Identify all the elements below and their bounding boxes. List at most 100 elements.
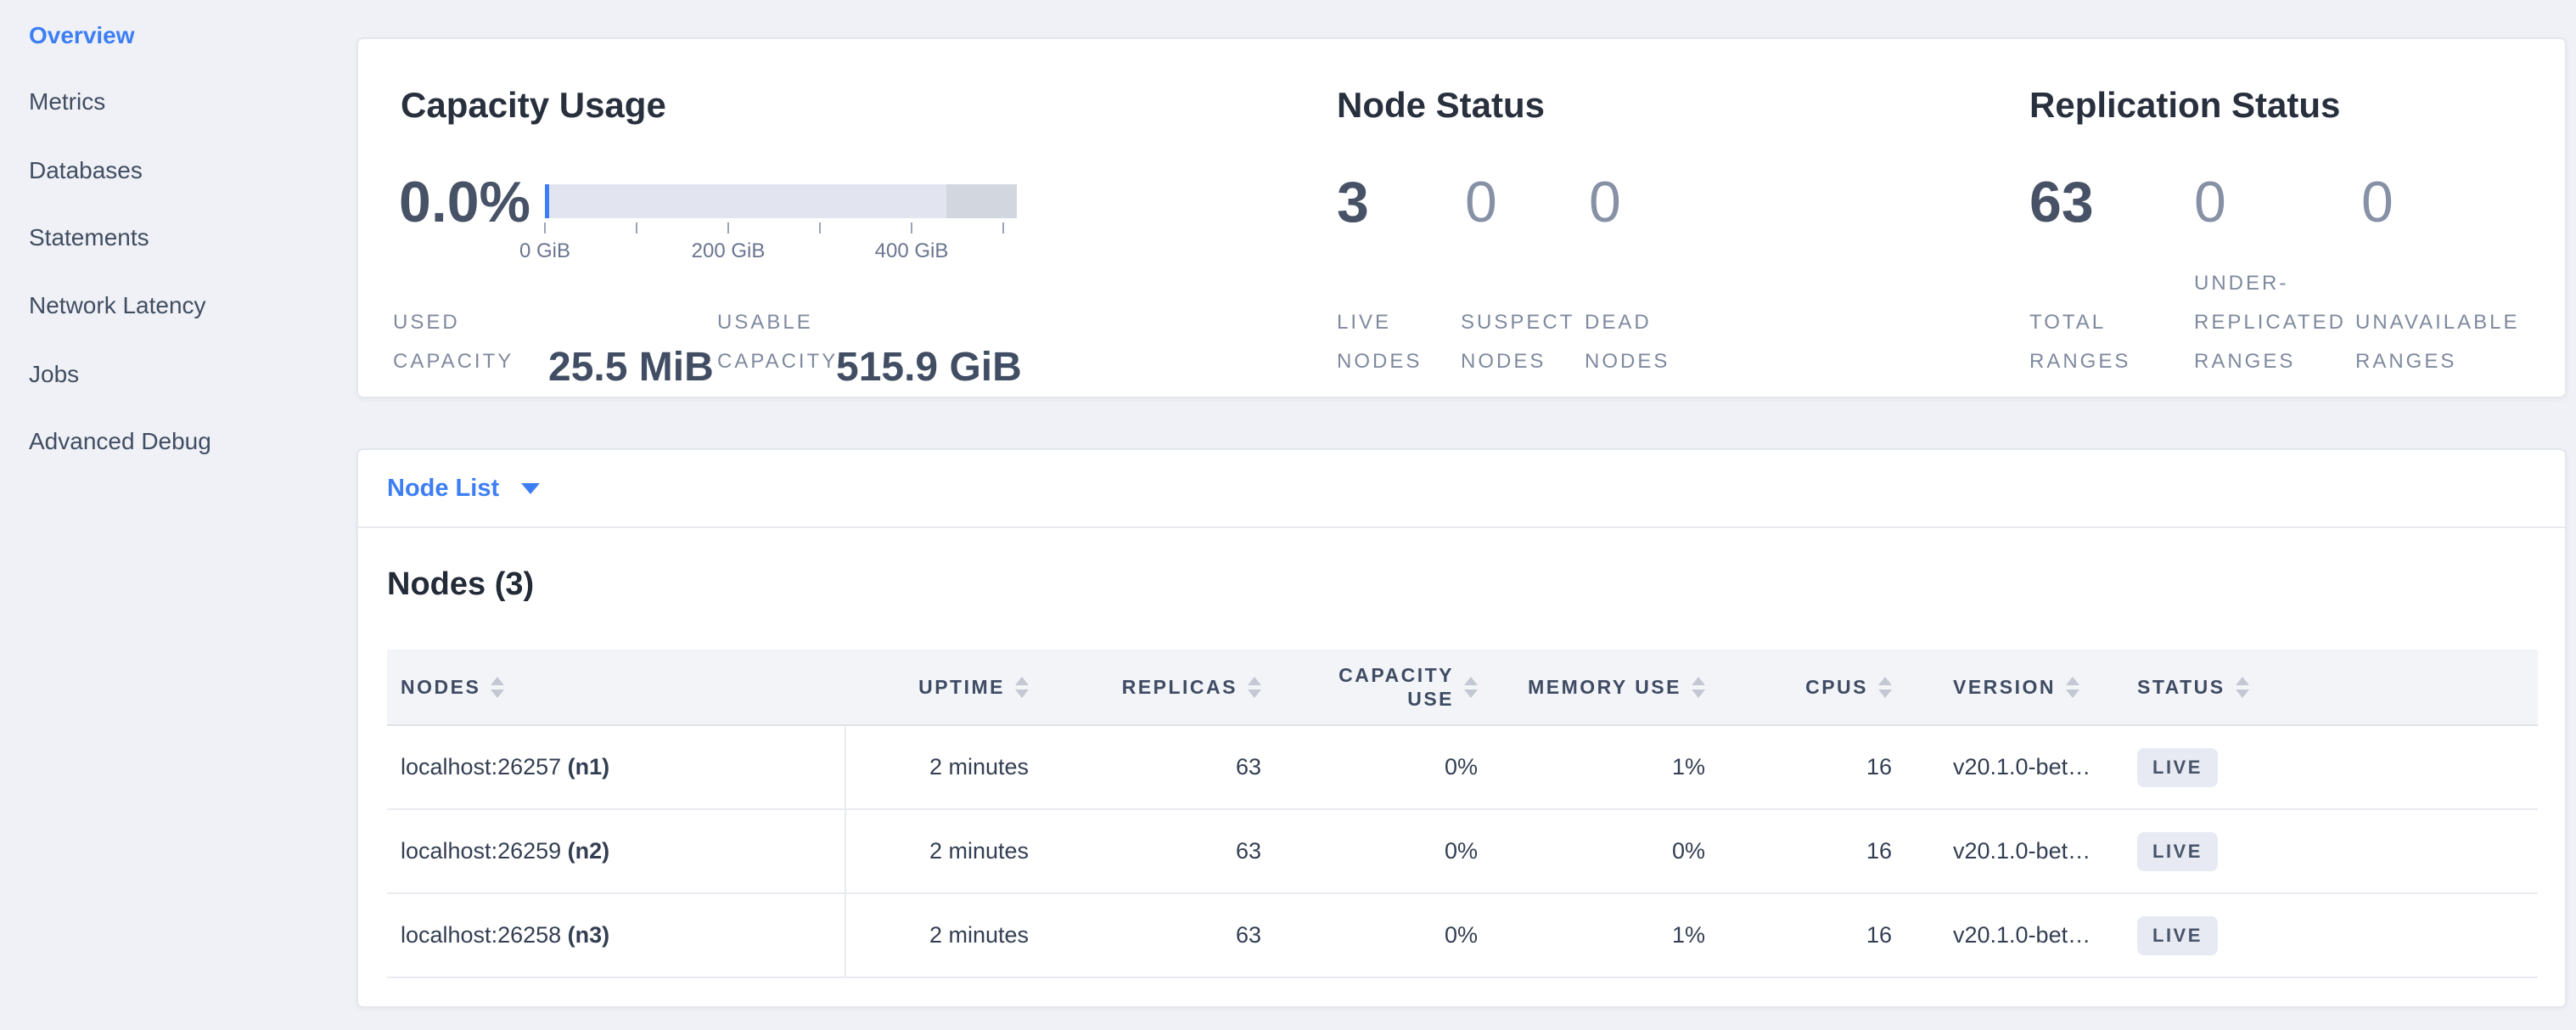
usable-capacity-label: USABLE CAPACITY <box>717 303 853 381</box>
table-row: localhost:26259 (n2)2 minutes630%0%16v20… <box>387 809 2538 893</box>
status-cell: LIVE <box>2124 725 2538 809</box>
capacity-use-cell: 0% <box>1275 893 1491 977</box>
capacity-use-cell: 0% <box>1275 809 1491 893</box>
capacity-usage-title: Capacity Usage <box>401 86 666 125</box>
version-cell: v20.1.0-bet… <box>1905 893 2124 977</box>
axis-tick <box>819 222 821 234</box>
version-cell: v20.1.0-bet… <box>1905 725 2124 809</box>
unavailable-ranges-count: 0 <box>2361 172 2394 233</box>
version-cell: v20.1.0-bet… <box>1905 809 2124 893</box>
table-header-row: NODES UPTIME REPLICAS CAPACITY USE MEMOR… <box>387 650 2538 725</box>
used-capacity-label: USED CAPACITY <box>393 303 520 381</box>
column-header-cpus[interactable]: CPUS <box>1719 650 1905 725</box>
status-badge: LIVE <box>2137 916 2218 955</box>
column-header-uptime[interactable]: UPTIME <box>845 650 1042 725</box>
status-badge: LIVE <box>2137 748 2218 787</box>
capacity-bar-used-segment <box>545 184 549 218</box>
sidebar-item-advanced-debug[interactable]: Advanced Debug <box>29 426 211 457</box>
axis-label-0gib: 0 GiB <box>477 239 613 263</box>
axis-label-400gib: 400 GiB <box>844 239 979 263</box>
column-header-nodes[interactable]: NODES <box>387 650 845 725</box>
status-cell: LIVE <box>2124 809 2538 893</box>
sort-icon[interactable] <box>2236 677 2249 698</box>
sidebar-item-network-latency[interactable]: Network Latency <box>29 290 206 321</box>
node-address-cell[interactable]: localhost:26258 (n3) <box>387 893 845 977</box>
total-ranges-count: 63 <box>2029 172 2094 233</box>
memory-use-cell: 1% <box>1491 893 1719 977</box>
sort-icon[interactable] <box>1464 677 1478 698</box>
sidebar-item-databases[interactable]: Databases <box>29 155 143 186</box>
capacity-use-cell: 0% <box>1275 725 1491 809</box>
live-nodes-count: 3 <box>1337 172 1369 233</box>
sidebar-item-overview[interactable]: Overview <box>29 20 135 51</box>
status-badge: LIVE <box>2137 832 2218 871</box>
uptime-cell: 2 minutes <box>845 809 1042 893</box>
sort-icon[interactable] <box>2066 677 2079 698</box>
column-label: VERSION <box>1953 676 2056 699</box>
used-capacity-value: 25.5 MiB <box>548 346 714 390</box>
sort-icon[interactable] <box>1878 677 1892 698</box>
column-label: REPLICAS <box>1122 676 1237 699</box>
cpus-cell: 16 <box>1719 809 1905 893</box>
replicas-cell: 63 <box>1042 809 1275 893</box>
live-nodes-label: LIVE NODES <box>1337 303 1464 381</box>
replicas-cell: 63 <box>1042 725 1275 809</box>
sort-icon[interactable] <box>1015 677 1029 698</box>
sort-icon[interactable] <box>1692 677 1705 698</box>
dead-nodes-count: 0 <box>1589 172 1621 233</box>
replication-status-title: Replication Status <box>2029 86 2340 125</box>
capacity-used-percent: 0.0% <box>399 172 530 233</box>
cpus-cell: 16 <box>1719 725 1905 809</box>
column-header-capacity-use[interactable]: CAPACITY USE <box>1275 650 1491 725</box>
axis-tick <box>1002 222 1004 234</box>
node-address-cell[interactable]: localhost:26259 (n2) <box>387 809 845 893</box>
under-replicated-ranges-count: 0 <box>2194 172 2226 233</box>
node-status-title: Node Status <box>1337 86 1545 125</box>
memory-use-cell: 0% <box>1491 809 1719 893</box>
suspect-nodes-label: SUSPECT NODES <box>1461 303 1580 381</box>
axis-tick <box>544 222 546 234</box>
dead-nodes-label: DEAD NODES <box>1585 303 1695 381</box>
cluster-summary-card: Capacity Usage 0.0% 0 GiB 200 GiB 400 Gi… <box>356 37 2567 398</box>
column-header-replicas[interactable]: REPLICAS <box>1042 650 1275 725</box>
node-address-cell[interactable]: localhost:26257 (n1) <box>387 725 845 809</box>
nodes-table: NODES UPTIME REPLICAS CAPACITY USE MEMOR… <box>387 650 2538 978</box>
sidebar-item-statements[interactable]: Statements <box>29 222 149 253</box>
sort-icon[interactable] <box>491 677 504 698</box>
sidebar-item-jobs[interactable]: Jobs <box>29 359 79 390</box>
sidebar-item-metrics[interactable]: Metrics <box>29 87 105 117</box>
axis-tick <box>636 222 637 234</box>
uptime-cell: 2 minutes <box>845 893 1042 977</box>
column-label: UPTIME <box>918 676 1005 699</box>
node-id: (n2) <box>568 838 610 864</box>
node-address: localhost:26257 <box>401 754 568 780</box>
axis-tick <box>727 222 729 234</box>
capacity-usage-bar <box>545 184 1017 218</box>
table-row: localhost:26258 (n3)2 minutes630%1%16v20… <box>387 893 2538 977</box>
node-list-dropdown-label[interactable]: Node List <box>387 475 499 503</box>
column-label: CPUS <box>1805 676 1868 699</box>
column-label: CAPACITY USE <box>1318 663 1454 711</box>
node-list-card: Node List Nodes (3) NODES UPTIME REPLICA… <box>356 448 2567 1008</box>
column-header-status[interactable]: STATUS <box>2124 650 2538 725</box>
unavailable-ranges-label: UNAVAILABLE RANGES <box>2355 303 2576 381</box>
column-header-version[interactable]: VERSION <box>1905 650 2124 725</box>
usable-capacity-value: 515.9 GiB <box>836 346 1022 390</box>
sort-icon[interactable] <box>1248 677 1261 698</box>
node-address: localhost:26259 <box>401 838 568 864</box>
nodes-heading: Nodes (3) <box>387 566 534 603</box>
node-list-dropdown[interactable]: Node List <box>358 450 2565 528</box>
node-id: (n3) <box>568 922 610 948</box>
uptime-cell: 2 minutes <box>845 725 1042 809</box>
column-header-memory-use[interactable]: MEMORY USE <box>1491 650 1719 725</box>
memory-use-cell: 1% <box>1491 725 1719 809</box>
cpus-cell: 16 <box>1719 893 1905 977</box>
node-address: localhost:26258 <box>401 922 568 948</box>
replicas-cell: 63 <box>1042 893 1275 977</box>
total-ranges-label: TOTAL RANGES <box>2029 303 2165 381</box>
chevron-down-icon[interactable] <box>521 483 540 494</box>
column-label: MEMORY USE <box>1528 676 1681 699</box>
axis-label-200gib: 200 GiB <box>660 239 796 263</box>
capacity-bar-reserved-segment <box>946 184 1017 218</box>
suspect-nodes-count: 0 <box>1465 172 1497 233</box>
